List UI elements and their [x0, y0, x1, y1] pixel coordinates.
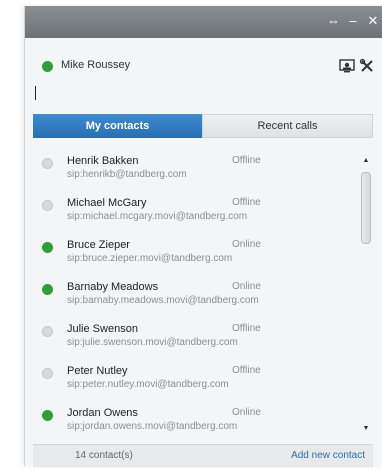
presence-online-icon[interactable]: [42, 61, 53, 72]
contact-row[interactable]: Henrik Bakken sip:henrikb@tandberg.com O…: [33, 148, 355, 188]
search-input[interactable]: [33, 84, 377, 102]
contact-name: Peter Nutley: [67, 365, 128, 377]
contact-status: Online: [232, 281, 261, 292]
current-user-row: Mike Roussey: [25, 54, 382, 78]
close-icon[interactable]: ✕: [367, 13, 379, 29]
minimize-icon[interactable]: –: [347, 13, 359, 29]
scroll-down-icon[interactable]: ▼: [359, 424, 373, 434]
contact-status: Offline: [232, 365, 261, 376]
contact-sip-address: sip:jordan.owens.movi@tandberg.com: [67, 421, 238, 432]
add-new-contact-link[interactable]: Add new contact: [291, 450, 365, 461]
presence-status-icon: [42, 368, 53, 379]
user-tools: [339, 58, 375, 74]
settings-tools-icon[interactable]: [359, 58, 375, 74]
contact-name: Michael McGary: [67, 197, 147, 209]
text-caret: [35, 86, 36, 100]
scroll-up-icon[interactable]: ▲: [359, 156, 373, 166]
contact-row[interactable]: Peter Nutley sip:peter.nutley.movi@tandb…: [33, 358, 355, 398]
contact-status: Online: [232, 407, 261, 418]
video-screen-icon[interactable]: [339, 58, 355, 74]
presence-status-icon: [42, 410, 53, 421]
contact-sip-address: sip:bruce.zieper.movi@tandberg.com: [67, 253, 233, 264]
title-bar[interactable]: ⇔ – ✕: [25, 6, 382, 38]
contact-sip-address: sip:henrikb@tandberg.com: [67, 169, 187, 180]
presence-status-icon: [42, 158, 53, 169]
tab-recent-calls[interactable]: Recent calls: [202, 114, 373, 138]
contact-name: Henrik Bakken: [67, 155, 139, 167]
contact-row[interactable]: Bruce Zieper sip:bruce.zieper.movi@tandb…: [33, 232, 355, 272]
contact-status: Offline: [232, 197, 261, 208]
tab-my-contacts[interactable]: My contacts: [33, 114, 202, 138]
contact-name: Bruce Zieper: [67, 239, 130, 251]
contact-status: Offline: [232, 323, 261, 334]
presence-status-icon: [42, 326, 53, 337]
current-user-name[interactable]: Mike Roussey: [61, 59, 130, 71]
contact-count: 14 contact(s): [75, 450, 133, 461]
contact-list-scrollbar[interactable]: ▲ ▼: [359, 148, 373, 440]
movi-window: ⇔ – ✕ Mike Roussey My contacts Recent ca…: [24, 6, 382, 467]
contact-name: Julie Swenson: [67, 323, 138, 335]
scroll-thumb[interactable]: [361, 172, 371, 244]
contact-status: Online: [232, 239, 261, 250]
contact-list[interactable]: Henrik Bakken sip:henrikb@tandberg.com O…: [33, 148, 373, 440]
contact-sip-address: sip:barnaby.meadows.movi@tandberg.com: [67, 295, 259, 306]
contact-status: Offline: [232, 155, 261, 166]
window-controls: ⇔ – ✕: [327, 13, 379, 29]
footer-bar: 14 contact(s) Add new contact: [33, 444, 373, 467]
contact-sip-address: sip:julie.swenson.movi@tandberg.com: [67, 337, 238, 348]
pin-icon[interactable]: ⇔: [327, 13, 340, 29]
contact-name: Barnaby Meadows: [67, 281, 159, 293]
contact-name: Jordan Owens: [67, 407, 138, 419]
contact-row[interactable]: Jordan Owens sip:jordan.owens.movi@tandb…: [33, 400, 355, 440]
contact-row[interactable]: Julie Swenson sip:julie.swenson.movi@tan…: [33, 316, 355, 356]
contact-sip-address: sip:peter.nutley.movi@tandberg.com: [67, 379, 229, 390]
presence-status-icon: [42, 200, 53, 211]
contact-sip-address: sip:michael.mcgary.movi@tandberg.com: [67, 211, 248, 222]
contact-row[interactable]: Michael McGary sip:michael.mcgary.movi@t…: [33, 190, 355, 230]
contact-row[interactable]: Barnaby Meadows sip:barnaby.meadows.movi…: [33, 274, 355, 314]
presence-status-icon: [42, 242, 53, 253]
tab-bar: My contacts Recent calls: [33, 114, 373, 138]
presence-status-icon: [42, 284, 53, 295]
